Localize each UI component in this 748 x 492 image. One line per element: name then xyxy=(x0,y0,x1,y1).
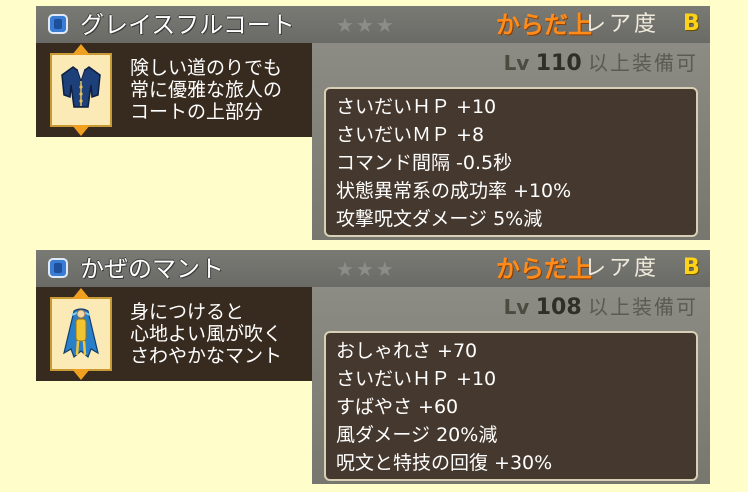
description-line: 身につけると xyxy=(130,301,245,323)
stat-line: 呪文と特技の回復 +30% xyxy=(336,452,553,474)
rarity-label: レア度 xyxy=(584,256,660,281)
item-card-1[interactable]: グレイスフルコート ★★★ からだ上 レア度 B 険しい道のりでも 常に優雅な旅… xyxy=(36,6,710,240)
scroll-down-arrow-icon[interactable] xyxy=(72,369,90,380)
item-name: グレイスフルコート xyxy=(80,11,295,39)
stats-list: おしゃれさ +70 さいだいＨＰ +10 すばやさ +60 風ダメージ 20%減… xyxy=(324,331,698,481)
level-requirement: Lv 110 以上装備可 xyxy=(504,50,698,77)
stat-line: さいだいＨＰ +10 xyxy=(336,368,497,390)
item-image-frame[interactable] xyxy=(50,53,112,127)
item-title-bar: かぜのマント ★★★ からだ上 レア度 B xyxy=(36,250,710,287)
scroll-up-arrow-icon[interactable] xyxy=(72,44,90,55)
level-requirement: Lv 108 以上装備可 xyxy=(504,294,698,321)
level-suffix: 以上装備可 xyxy=(588,295,698,319)
stat-line: 状態異常系の成功率 +10% xyxy=(336,180,572,202)
level-suffix: 以上装備可 xyxy=(588,51,698,75)
item-description: 険しい道のりでも 常に優雅な旅人の コートの上部分 xyxy=(130,57,282,123)
level-prefix: Lv xyxy=(503,51,530,75)
stat-line: さいだいＭＰ +8 xyxy=(336,124,485,146)
stat-line: すばやさ +60 xyxy=(336,396,459,418)
description-line: コートの上部分 xyxy=(130,101,264,123)
item-card-2[interactable]: かぜのマント ★★★ からだ上 レア度 B 身につけると 心地よい風が吹く さわ… xyxy=(36,250,710,484)
star-rating: ★★★ xyxy=(336,13,396,37)
stats-panel: Lv 108 以上装備可 おしゃれさ +70 さいだいＨＰ +10 すばやさ +… xyxy=(312,287,710,484)
star-rating: ★★★ xyxy=(336,257,396,281)
level-prefix: Lv xyxy=(503,295,530,319)
rarity-grade: B xyxy=(683,11,700,36)
scroll-down-arrow-icon[interactable] xyxy=(72,125,90,136)
stat-line: コマンド間隔 -0.5秒 xyxy=(336,152,513,174)
equip-slot: からだ上 xyxy=(496,255,592,283)
level-value: 110 xyxy=(535,51,582,76)
rarity-label: レア度 xyxy=(584,12,660,37)
wind-cape-icon xyxy=(63,308,99,359)
description-line: 心地よい風が吹く xyxy=(130,323,283,345)
stat-line: さいだいＨＰ +10 xyxy=(336,96,497,118)
item-image-frame[interactable] xyxy=(50,297,112,371)
rarity-grade: B xyxy=(683,255,700,280)
stats-list: さいだいＨＰ +10 さいだいＭＰ +8 コマンド間隔 -0.5秒 状態異常系の… xyxy=(324,87,698,237)
description-line: 常に優雅な旅人の xyxy=(130,79,283,101)
stat-line: 攻撃呪文ダメージ 5%減 xyxy=(336,208,543,230)
blue-coat-icon xyxy=(61,66,101,108)
armor-category-icon xyxy=(48,14,68,34)
description-line: 険しい道のりでも xyxy=(130,57,283,79)
equip-slot: からだ上 xyxy=(496,11,592,39)
description-panel: 身につけると 心地よい風が吹く さわやかなマント xyxy=(36,287,312,381)
stat-line: 風ダメージ 20%減 xyxy=(336,424,498,446)
armor-category-icon xyxy=(48,258,68,278)
item-description: 身につけると 心地よい風が吹く さわやかなマント xyxy=(130,301,282,367)
description-line: さわやかなマント xyxy=(130,345,283,367)
description-panel: 険しい道のりでも 常に優雅な旅人の コートの上部分 xyxy=(36,43,312,137)
item-title-bar: グレイスフルコート ★★★ からだ上 レア度 B xyxy=(36,6,710,43)
item-name: かぜのマント xyxy=(80,255,224,283)
stats-panel: Lv 110 以上装備可 さいだいＨＰ +10 さいだいＭＰ +8 コマンド間隔… xyxy=(312,43,710,240)
scroll-up-arrow-icon[interactable] xyxy=(72,288,90,299)
stat-line: おしゃれさ +70 xyxy=(336,340,478,362)
level-value: 108 xyxy=(535,295,582,320)
